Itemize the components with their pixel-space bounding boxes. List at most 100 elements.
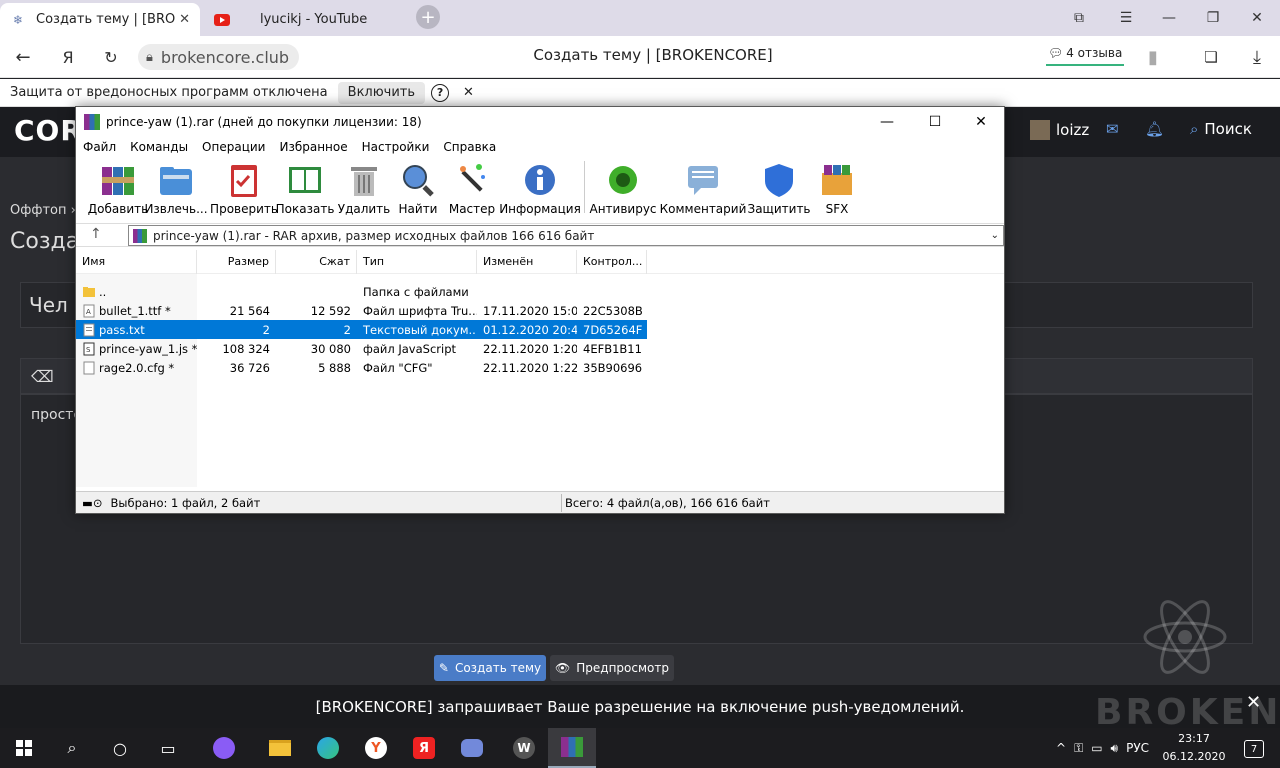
tool-label: Антивирус (589, 202, 657, 216)
file-cell-modified: 22.11.2020 1:22 (483, 360, 577, 375)
yandex-home-icon[interactable]: Я (55, 44, 81, 70)
column-packed[interactable]: Сжат (276, 249, 357, 274)
column-crc[interactable]: Контрол... (577, 249, 647, 274)
menu-operations[interactable]: Операции (202, 140, 265, 154)
eye-icon: 👁︎ (555, 661, 571, 675)
search-taskbar-icon[interactable]: ⌕ (48, 728, 96, 768)
create-topic-button[interactable]: ✎ Создать тему (434, 655, 546, 681)
breadcrumb-item[interactable]: Оффтоп (10, 203, 67, 218)
info-button[interactable]: Информация (499, 157, 581, 216)
column-type[interactable]: Тип (357, 249, 477, 274)
winrar-maximize-icon[interactable]: ☐ (912, 107, 958, 137)
chevron-down-icon[interactable]: ⌄ (991, 230, 999, 241)
battery-icon[interactable]: ▭ (1091, 741, 1102, 755)
avatar (1030, 120, 1050, 140)
winrar-address-row: ↑ prince-yaw (1).rar - RAR архив, размер… (76, 223, 1004, 247)
file-cell-type: Файл шрифта Tru... (363, 303, 477, 318)
sfx-button[interactable]: SFX (815, 157, 859, 216)
new-tab-button[interactable]: + (416, 5, 440, 29)
topic-title-text: Чел (29, 293, 68, 317)
yandex-icon[interactable]: Я (400, 728, 448, 768)
file-cell-name: .. (76, 285, 197, 299)
column-modified[interactable]: Изменён (477, 249, 577, 274)
view-button[interactable]: Показать (276, 157, 334, 216)
network-icon[interactable]: ⚿ (1074, 741, 1083, 756)
close-push-icon[interactable]: ✕ (1246, 692, 1261, 713)
test-button[interactable]: Проверить (210, 157, 278, 216)
preview-button[interactable]: 👁︎ Предпросмотр (550, 655, 674, 681)
language-indicator[interactable]: РУС (1126, 741, 1149, 755)
download-icon[interactable]: ⤓ (1244, 44, 1270, 70)
close-window-icon[interactable]: ✕ (1234, 0, 1280, 36)
close-infobar-icon[interactable]: ✕ (463, 85, 474, 100)
address-bar[interactable]: 🔒︎ brokencore.club (138, 44, 300, 70)
winrar-taskbar-icon[interactable] (548, 728, 596, 768)
close-tab-icon[interactable]: ✕ (179, 12, 190, 27)
menu-commands[interactable]: Команды (130, 140, 188, 154)
minimize-icon[interactable]: — (1146, 0, 1192, 36)
file-row[interactable]: Abullet_1.ttf * 21 564 12 592 Файл шрифта T… (76, 301, 647, 320)
collections-icon[interactable]: ❏ (1198, 44, 1224, 70)
w-app-icon[interactable]: W (500, 728, 548, 768)
winrar-close-icon[interactable]: ✕ (958, 107, 1004, 137)
menu-icon[interactable]: ☰ (1103, 0, 1149, 36)
restore-icon[interactable]: ❐ (1190, 0, 1236, 36)
start-icon[interactable] (0, 728, 48, 768)
help-icon[interactable]: ? (431, 83, 450, 102)
column-name[interactable]: Имя (76, 249, 197, 274)
svg-text:A: A (86, 308, 91, 316)
menu-settings[interactable]: Настройки (362, 140, 430, 154)
discord-icon[interactable] (448, 728, 496, 768)
file-list-header: Имя Размер Сжат Тип Изменён Контрол... (76, 249, 1004, 274)
task-view-icon[interactable]: ▭ (144, 728, 192, 768)
file-row[interactable]: pass.txt 2 2 Текстовый докум... 01.12.2020 2… (76, 320, 647, 339)
volume-icon[interactable]: 🔊︎ (1111, 741, 1119, 756)
enable-button[interactable]: Включить (337, 81, 426, 104)
file-cell-crc: 35B90696 (583, 360, 643, 375)
protect-button[interactable]: Защитить (748, 157, 811, 216)
status-total: Всего: 4 файл(а,ов), 166 616 байт (565, 495, 770, 510)
wizard-button[interactable]: Мастер (448, 157, 496, 216)
extract-button[interactable]: Извлечь... (144, 157, 208, 216)
user-menu[interactable]: loizz (1030, 120, 1089, 140)
bell-icon[interactable]: 🔔︎ (1145, 120, 1164, 138)
tab-youtube[interactable]: lyucikj - YouTube (204, 3, 404, 36)
back-arrow-icon[interactable]: ← (10, 44, 36, 70)
tabs-list-icon[interactable]: ⧉ (1056, 0, 1102, 36)
reviews-badge[interactable]: 💬︎ 4 отзыва (1046, 44, 1125, 66)
explorer-icon[interactable] (256, 728, 304, 768)
find-button[interactable]: Найти (396, 157, 440, 216)
bookmark-icon[interactable]: ▮ (1140, 44, 1166, 70)
breadcrumb[interactable]: Оффтоп › (10, 203, 76, 218)
comment-button[interactable]: Комментарий (660, 157, 746, 216)
status-divider (561, 494, 562, 512)
show-hidden-icon[interactable]: ^ (1056, 741, 1066, 755)
file-row[interactable]: .. Папка с файлами (76, 282, 647, 301)
delete-button[interactable]: Удалить (338, 157, 390, 216)
menu-help[interactable]: Справка (443, 140, 496, 154)
menu-file[interactable]: Файл (83, 140, 116, 154)
site-search[interactable]: ⌕ Поиск (1190, 120, 1252, 138)
add-button[interactable]: Добавить (88, 157, 148, 216)
column-label: Сжат (319, 255, 350, 268)
column-size[interactable]: Размер (197, 249, 276, 274)
up-folder-icon[interactable]: ↑ (90, 226, 102, 242)
archive-path-combo[interactable]: prince-yaw (1).rar - RAR архив, размер и… (128, 225, 1004, 246)
clock[interactable]: 23:17 06.12.2020 (1162, 730, 1226, 766)
edge-icon[interactable] (304, 728, 352, 768)
notifications-icon[interactable]: 7 (1244, 740, 1264, 758)
winrar-minimize-icon[interactable]: — (864, 107, 910, 137)
antivirus-button[interactable]: Антивирус (589, 157, 657, 216)
file-row[interactable]: rage2.0.cfg * 36 726 5 888 Файл "CFG" 22.11.… (76, 358, 647, 377)
eraser-icon[interactable]: ⌫ (31, 367, 54, 386)
tab-create-topic[interactable]: ❄ Создать тему | [BROKEN ✕ (0, 3, 200, 36)
mail-icon[interactable]: ✉ (1106, 120, 1119, 138)
reload-icon[interactable]: ↻ (98, 44, 124, 70)
file-cell-crc: 4EFB1B11 (583, 341, 642, 356)
file-row[interactable]: Sprince-yaw_1.js * 108 324 30 080 файл Java… (76, 339, 647, 358)
yandex-browser-icon[interactable]: Y (352, 728, 400, 768)
cortana-icon[interactable]: ○ (96, 728, 144, 768)
file-cell-name: Abullet_1.ttf * (76, 304, 197, 318)
alice-icon[interactable] (200, 728, 248, 768)
menu-favorites[interactable]: Избранное (279, 140, 347, 154)
